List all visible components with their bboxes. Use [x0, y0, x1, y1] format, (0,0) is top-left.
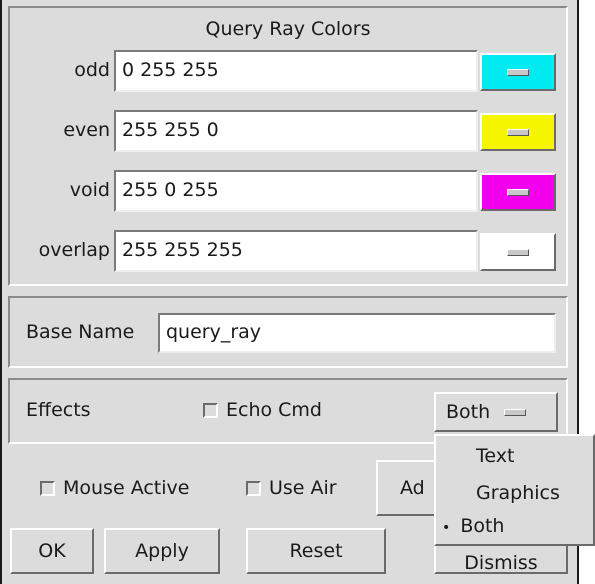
advanced-button-label: Ad: [400, 477, 425, 499]
use-air-label: Use Air: [269, 477, 337, 499]
menu-item-text[interactable]: Text: [476, 438, 514, 474]
option-menu-indicator-icon: [507, 188, 529, 196]
void-label: void: [69, 179, 110, 201]
overlap-label: overlap: [38, 239, 110, 261]
apply-button-label: Apply: [135, 540, 189, 562]
even-label: even: [63, 119, 110, 141]
overlap-color-input[interactable]: 255 255 255: [114, 230, 478, 272]
echo-cmd-label: Echo Cmd: [226, 399, 322, 421]
mouse-active-checkbox[interactable]: [40, 481, 55, 496]
even-color-input[interactable]: 255 255 0: [114, 110, 478, 152]
ok-button-label: OK: [38, 540, 66, 562]
selected-bullet-icon: •: [442, 520, 451, 536]
base-name-input[interactable]: query_ray: [158, 313, 556, 353]
dismiss-button-label: Dismiss: [464, 552, 538, 574]
overlap-color-swatch-button[interactable]: [480, 233, 556, 271]
option-menu-indicator-icon: [504, 408, 527, 416]
mouse-active-label: Mouse Active: [63, 477, 190, 499]
reset-button-label: Reset: [289, 540, 343, 562]
menu-item-graphics[interactable]: Graphics: [476, 475, 560, 511]
reset-button[interactable]: Reset: [246, 528, 386, 574]
effects-option-menu[interactable]: Both: [434, 392, 558, 432]
odd-color-input[interactable]: 0 255 255: [114, 50, 478, 92]
even-color-swatch-button[interactable]: [480, 113, 556, 151]
apply-button[interactable]: Apply: [104, 528, 220, 574]
ok-button[interactable]: OK: [10, 528, 94, 574]
window-left-edge: [0, 0, 2, 584]
effects-label: Effects: [26, 399, 91, 421]
void-color-input[interactable]: 255 0 255: [114, 170, 478, 212]
menu-item-both-label: Both: [460, 515, 505, 537]
odd-label: odd: [74, 59, 110, 81]
base-name-label: Base Name: [26, 321, 135, 343]
effects-selected-value: Both: [446, 401, 491, 423]
effects-dropdown-menu: Text Graphics • Both: [434, 434, 595, 546]
query-ray-colors-title: Query Ray Colors: [205, 18, 371, 40]
menu-item-both[interactable]: • Both: [442, 508, 504, 546]
use-air-checkbox[interactable]: [246, 481, 261, 496]
void-color-swatch-button[interactable]: [480, 173, 556, 211]
option-menu-indicator-icon: [507, 248, 529, 256]
echo-cmd-checkbox[interactable]: [203, 403, 218, 418]
option-menu-indicator-icon: [507, 68, 529, 76]
odd-color-swatch-button[interactable]: [480, 53, 556, 91]
option-menu-indicator-icon: [507, 128, 529, 136]
